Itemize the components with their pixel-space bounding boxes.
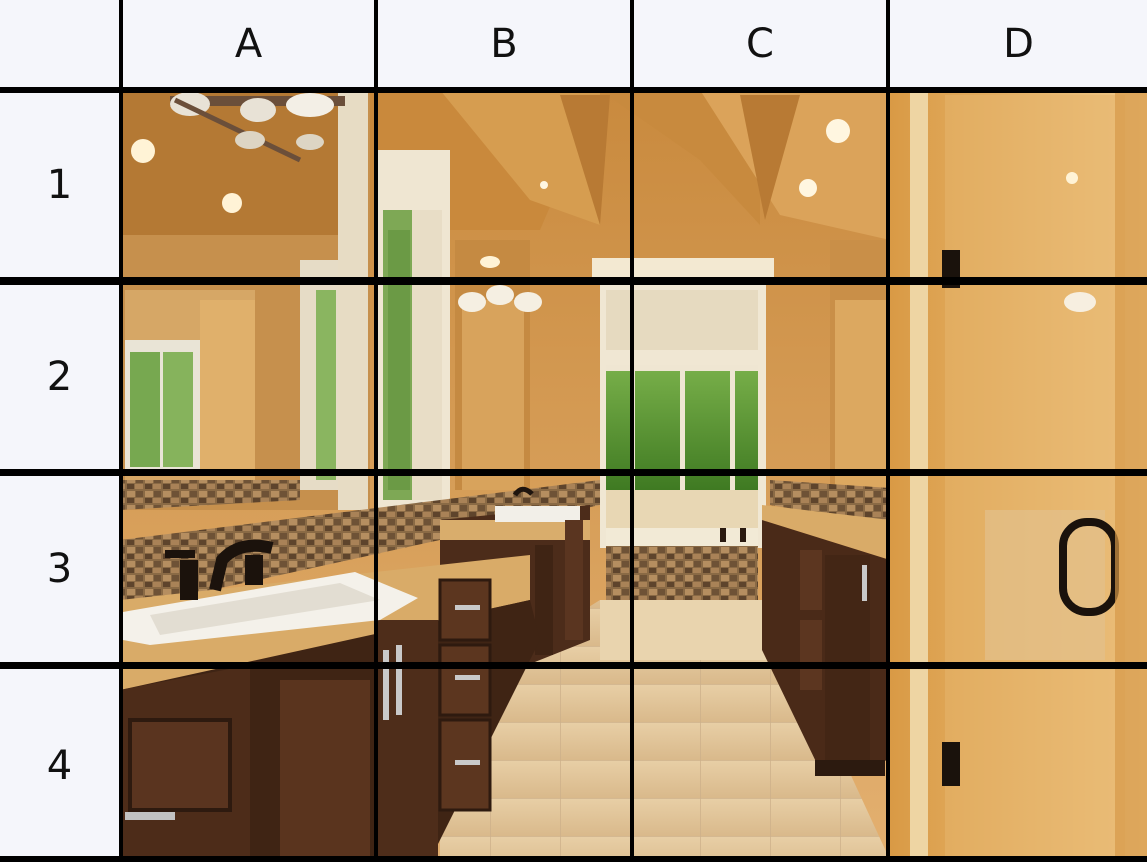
grid-line-horizontal-4 <box>0 662 1147 669</box>
row-header-3: 3 <box>0 476 119 662</box>
column-header-b: B <box>378 0 630 87</box>
row-header-2: 2 <box>0 285 119 469</box>
grid-line-horizontal-2 <box>0 277 1147 285</box>
column-header-d: D <box>890 0 1147 87</box>
grid-line-horizontal-5 <box>0 856 1147 862</box>
column-header-a: A <box>123 0 374 87</box>
grid-line-vertical-4 <box>886 0 890 862</box>
column-header-c: C <box>634 0 886 87</box>
grid-corner-cell <box>0 0 119 87</box>
grid-line-vertical-3 <box>630 0 634 862</box>
grid-line-horizontal-3 <box>0 469 1147 476</box>
row-header-4: 4 <box>0 669 119 862</box>
grid-line-vertical-1 <box>119 0 123 862</box>
bathroom-photo <box>120 90 1147 862</box>
grid-line-vertical-2 <box>374 0 378 862</box>
grid-line-horizontal-1 <box>0 87 1147 93</box>
row-header-1: 1 <box>0 93 119 277</box>
